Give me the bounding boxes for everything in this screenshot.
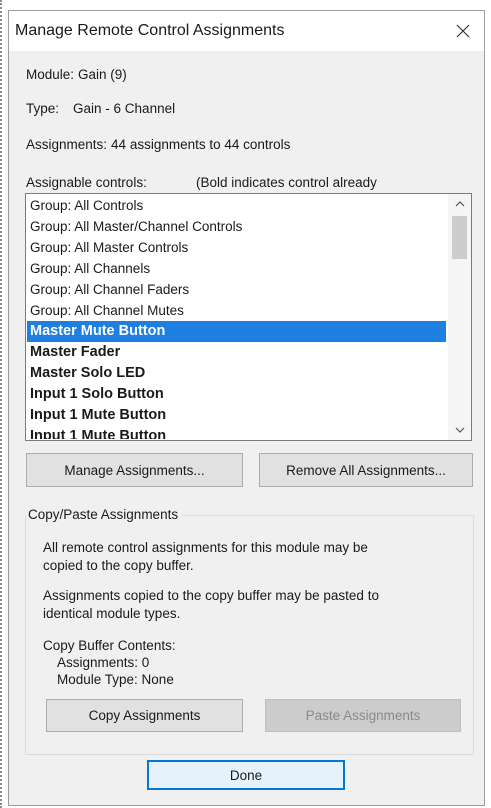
scroll-down-button[interactable]	[448, 420, 471, 440]
chevron-down-icon	[455, 427, 464, 433]
dotted-edge	[0, 0, 2, 808]
list-scrollbar[interactable]	[448, 194, 471, 440]
list-item[interactable]: Input 1 Solo Button	[27, 384, 446, 405]
module-label: Module:	[26, 67, 75, 82]
chevron-up-icon	[455, 201, 464, 207]
type-label: Type:	[26, 101, 60, 116]
assignable-controls-label: Assignable controls:	[26, 175, 147, 190]
list-item[interactable]: Master Solo LED	[27, 363, 446, 384]
copy-paste-title: Copy/Paste Assignments	[26, 507, 183, 522]
module-info: Module: Gain (9)	[26, 67, 127, 82]
list-item-selected[interactable]: Master Mute Button	[27, 321, 446, 342]
copy-buffer-assignments: Assignments: 0	[57, 655, 150, 670]
close-icon	[456, 24, 470, 38]
paste-assignments-button[interactable]: Paste Assignments	[265, 699, 461, 732]
dialog-title: Manage Remote Control Assignments	[15, 22, 285, 39]
paste-description-line2: identical module types.	[43, 606, 181, 621]
list-items-container: Group: All Controls Group: All Master/Ch…	[27, 195, 446, 439]
paste-description-line1: Assignments copied to the copy buffer ma…	[43, 588, 379, 603]
copy-description-line2: copied to the copy buffer.	[43, 558, 194, 573]
assignments-label: Assignments:	[26, 137, 108, 152]
close-button[interactable]	[442, 11, 484, 51]
screen: Manage Remote Control Assignments Module…	[0, 0, 491, 808]
module-value: Gain (9)	[78, 67, 127, 82]
assignable-controls-list[interactable]: Group: All Controls Group: All Master/Ch…	[25, 193, 472, 441]
list-item-partial[interactable]: Input 1 Mute Button	[27, 426, 446, 439]
list-item[interactable]: Group: All Master/Channel Controls	[27, 216, 446, 237]
scroll-up-button[interactable]	[448, 194, 471, 214]
dialog-window: Manage Remote Control Assignments Module…	[8, 10, 485, 806]
copy-buffer-module-type: Module Type: None	[57, 672, 174, 687]
copy-assignments-button[interactable]: Copy Assignments	[46, 699, 243, 732]
assignments-value: 44 assignments to 44 controls	[111, 137, 291, 152]
list-item[interactable]: Group: All Channel Faders	[27, 279, 446, 300]
list-item[interactable]: Group: All Master Controls	[27, 237, 446, 258]
copy-buffer-label: Copy Buffer Contents:	[43, 638, 176, 653]
scroll-thumb[interactable]	[452, 216, 467, 259]
list-item[interactable]: Group: All Channel Mutes	[27, 300, 446, 321]
title-bar: Manage Remote Control Assignments	[9, 11, 484, 51]
list-item[interactable]: Group: All Controls	[27, 195, 446, 216]
list-item[interactable]: Group: All Channels	[27, 258, 446, 279]
list-item[interactable]: Input 1 Mute Button	[27, 405, 446, 426]
type-info: Type: Gain - 6 Channel	[26, 101, 175, 116]
done-button[interactable]: Done	[147, 760, 345, 790]
type-value: Gain - 6 Channel	[73, 101, 176, 116]
list-item[interactable]: Master Fader	[27, 342, 446, 363]
manage-assignments-button[interactable]: Manage Assignments...	[26, 453, 243, 487]
remove-all-assignments-button[interactable]: Remove All Assignments...	[259, 453, 473, 487]
bold-indicates-note: (Bold indicates control already	[196, 175, 377, 190]
copy-description-line1: All remote control assignments for this …	[43, 540, 368, 555]
assignments-info: Assignments: 44 assignments to 44 control…	[26, 137, 290, 152]
